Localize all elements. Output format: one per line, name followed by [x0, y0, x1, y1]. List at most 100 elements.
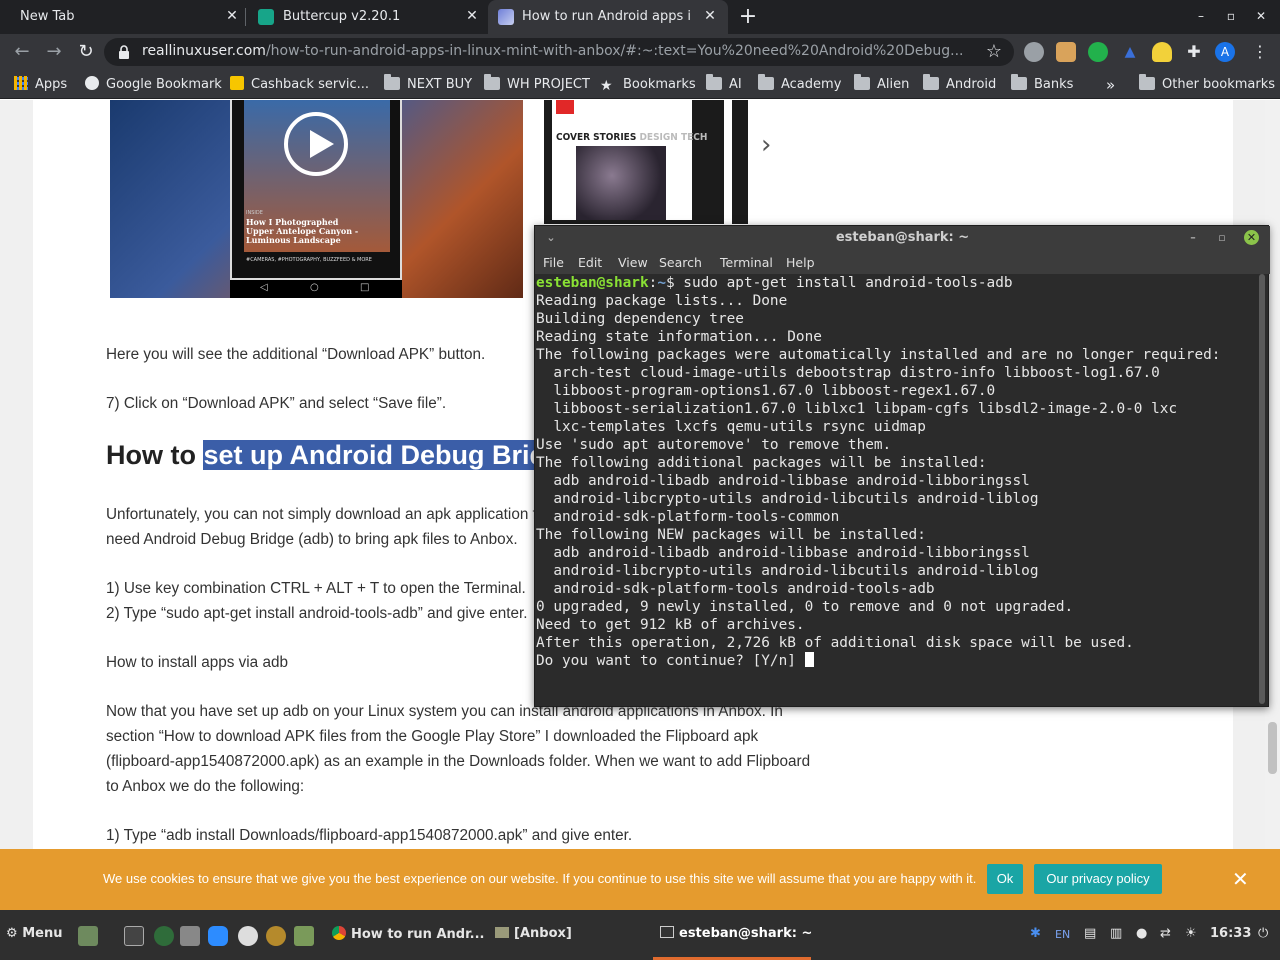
close-icon[interactable]: ✕ — [702, 8, 718, 24]
minimize-icon[interactable]: – — [1193, 8, 1209, 24]
terminal-window[interactable]: ⌄ esteban@shark: ~ – ▫ ✕ File Edit View … — [534, 225, 1270, 707]
scrollbar-thumb[interactable] — [1268, 722, 1277, 774]
terminal-scrollbar[interactable] — [1257, 274, 1267, 706]
chevron-right-icon[interactable]: › — [761, 130, 771, 160]
bookmark-label: Banks — [1034, 77, 1074, 92]
tab-how-to-run-android[interactable]: How to run Android apps in Linux ✕ — [488, 0, 728, 34]
terminal-line: libboost-program-options1.67.0 libboost-… — [536, 383, 996, 399]
bookmark-label: WH PROJECT — [507, 77, 590, 92]
music-launcher-icon[interactable] — [266, 926, 286, 946]
close-icon[interactable]: ✕ — [224, 8, 240, 24]
bookmark-label: NEXT BUY — [407, 77, 473, 92]
menu-help[interactable]: Help — [786, 255, 815, 270]
start-menu-button[interactable]: ⚙ Menu — [6, 926, 62, 941]
bookmarks-overflow-chevron-icon[interactable]: » — [1106, 75, 1115, 95]
webcam-launcher-icon[interactable] — [238, 926, 258, 946]
tab-new-tab[interactable]: New Tab ✕ — [0, 0, 244, 34]
video-player[interactable]: How I Photographed Upper Antelope Canyon… — [110, 100, 523, 298]
notes-icon[interactable]: ▥ — [1110, 926, 1122, 941]
terminal-scrollbar-thumb[interactable] — [1259, 274, 1265, 704]
new-tab-button[interactable]: + — [736, 5, 760, 29]
cookie-ok-button[interactable]: Ok — [987, 864, 1023, 894]
window-menu-icon[interactable]: ⌄ — [543, 230, 559, 246]
task-anbox[interactable]: [Anbox] — [495, 926, 572, 941]
clock[interactable]: 16:33 — [1210, 926, 1251, 941]
terminal-line: libboost-serialization1.67.0 liblxc1 lib… — [536, 401, 1178, 417]
bookmark-google[interactable]: Google Bookmark — [85, 75, 222, 95]
paragraph-install-heading: How to install apps via adb — [106, 654, 288, 671]
privacy-policy-button[interactable]: Our privacy policy — [1034, 864, 1162, 894]
bookmark-label: Android — [946, 77, 997, 92]
menu-view[interactable]: View — [618, 255, 648, 270]
menu-kebab-icon[interactable]: ⋮ — [1250, 42, 1270, 62]
address-bar[interactable]: reallinuxuser.com/how-to-run-android-app… — [104, 38, 1014, 66]
bookmark-folder-academy[interactable]: Academy — [758, 74, 841, 95]
show-desktop-icon[interactable] — [78, 926, 98, 946]
close-icon[interactable]: ✕ — [1232, 867, 1249, 891]
cover-stories-label: COVER STORIES DESIGN TECH — [556, 132, 707, 143]
terminal-titlebar[interactable]: ⌄ esteban@shark: ~ – ▫ ✕ — [535, 226, 1270, 250]
bookmark-folder-alien[interactable]: Alien — [854, 74, 910, 95]
bookmark-folder-banks[interactable]: Banks — [1011, 74, 1074, 95]
terminal-line: Need to get 912 kB of archives. — [536, 617, 805, 633]
maximize-icon[interactable]: ▫ — [1214, 230, 1230, 246]
close-icon[interactable]: ✕ — [464, 8, 480, 24]
extension-face-icon[interactable] — [1056, 42, 1076, 62]
clipboard-icon[interactable]: ▤ — [1084, 926, 1096, 941]
maximize-icon[interactable]: ▫ — [1223, 8, 1239, 24]
keyboard-layout[interactable]: EN — [1055, 928, 1070, 941]
bookmark-label: Cashback servic... — [251, 77, 370, 92]
url-text[interactable]: reallinuxuser.com/how-to-run-android-app… — [142, 43, 972, 59]
terminal-output[interactable]: esteban@shark:~$ sudo apt-get install an… — [536, 274, 1256, 706]
user-icon[interactable]: ● — [1136, 926, 1147, 941]
extensions-puzzle-icon[interactable]: ✚ — [1184, 42, 1204, 62]
play-icon[interactable] — [284, 112, 348, 176]
files-launcher-icon[interactable] — [294, 926, 314, 946]
bookmark-star-icon[interactable]: ☆ — [986, 41, 1002, 62]
back-triangle-icon: ◁ — [260, 282, 268, 293]
tab-buttercup[interactable]: Buttercup v2.20.1 ✕ — [246, 0, 486, 34]
menu-edit[interactable]: Edit — [578, 255, 602, 270]
profile-avatar[interactable]: A — [1215, 42, 1235, 62]
terminal-confirm-line: Do you want to continue? [Y/n] — [536, 652, 1256, 670]
task-chrome[interactable]: How to run Andr... — [332, 926, 484, 942]
bookmark-cashback[interactable]: Cashback servic... — [230, 75, 369, 95]
menu-file[interactable]: File — [543, 255, 564, 270]
browser-launcher-icon[interactable] — [154, 926, 174, 946]
bookmark-apps[interactable]: Apps — [14, 75, 67, 95]
extension-cloud-icon[interactable] — [1024, 42, 1044, 62]
menu-terminal[interactable]: Terminal — [720, 255, 773, 270]
network-icon[interactable]: ⇄ — [1160, 926, 1171, 941]
extension-check-icon[interactable] — [1088, 42, 1108, 62]
extension-bulb-icon[interactable] — [1152, 42, 1172, 62]
bookmark-bookmarks[interactable]: ★ Bookmarks — [600, 75, 696, 95]
power-icon[interactable]: ⏻ — [1258, 926, 1268, 941]
menu-search[interactable]: Search — [659, 255, 702, 270]
bookmark-folder-ai[interactable]: AI — [706, 74, 742, 95]
bookmark-folder-wh-project[interactable]: WH PROJECT — [484, 74, 590, 95]
minimize-icon[interactable]: – — [1185, 230, 1201, 246]
forward-arrow-icon[interactable]: → — [42, 40, 66, 64]
terminal-lines: Reading package lists... Done Building de… — [536, 292, 1256, 652]
extension-triangle-icon[interactable]: ▲ — [1120, 42, 1140, 62]
bookmark-folder-next-buy[interactable]: NEXT BUY — [384, 74, 473, 95]
terminal-line: Reading state information... Done — [536, 329, 822, 345]
screenshot-launcher-icon[interactable] — [180, 926, 200, 946]
magazine-screenshot: COVER STORIES DESIGN TECH — [544, 100, 724, 224]
back-arrow-icon[interactable]: ← — [10, 40, 34, 64]
terminal-launcher-icon[interactable] — [124, 926, 144, 946]
bookmark-label: Alien — [877, 77, 910, 92]
bluetooth-icon[interactable]: ✱ — [1030, 926, 1041, 941]
bookmark-folder-android[interactable]: Android — [923, 74, 997, 95]
close-icon[interactable]: ✕ — [1244, 230, 1259, 245]
terminal-icon — [660, 926, 674, 938]
close-window-icon[interactable]: ✕ — [1253, 8, 1269, 24]
reload-icon[interactable]: ↻ — [74, 40, 98, 64]
tab-title: How to run Android apps in Linux — [522, 9, 692, 24]
brightness-icon[interactable]: ☀ — [1185, 926, 1197, 941]
task-terminal[interactable]: esteban@shark: ~ — [660, 926, 812, 941]
bookmarks-bar: Apps Google Bookmark Cashback servic... … — [0, 70, 1280, 99]
paragraph-install-line4: to Anbox we do the following: — [106, 778, 305, 795]
bookmark-folder-other[interactable]: Other bookmarks — [1139, 74, 1275, 95]
zoom-launcher-icon[interactable] — [208, 926, 228, 946]
